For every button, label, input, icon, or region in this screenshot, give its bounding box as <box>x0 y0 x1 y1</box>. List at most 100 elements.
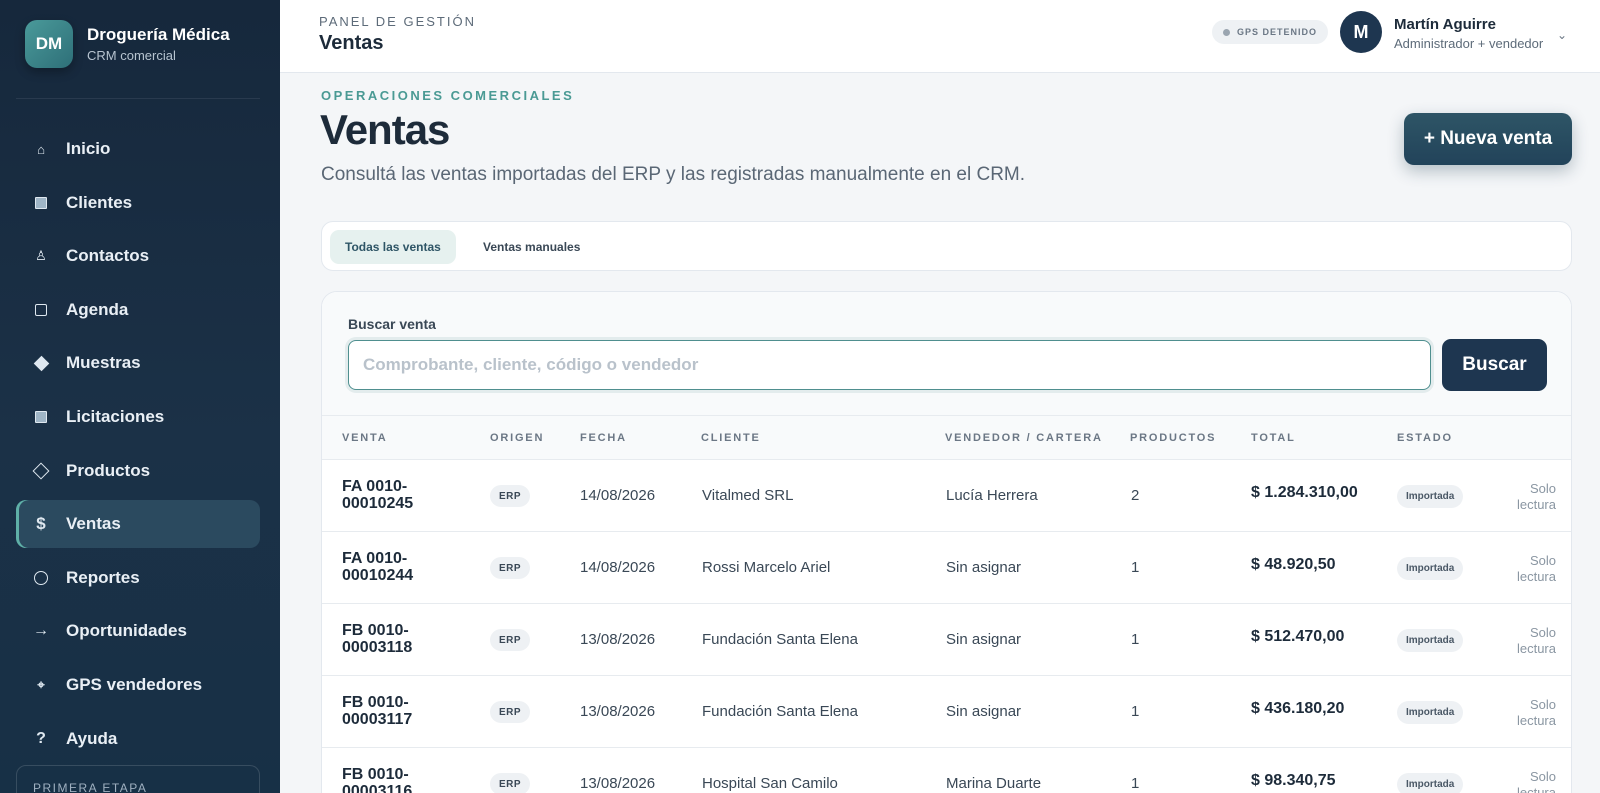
gps-status-label: GPS DETENIDO <box>1237 27 1318 37</box>
sale-date: 14/08/2026 <box>580 487 656 504</box>
person-icon: ♙ <box>35 248 47 264</box>
sidebar-item-label: Clientes <box>66 192 133 212</box>
column-header-venta[interactable]: VENTA <box>342 432 387 444</box>
sidebar-item-label: Licitaciones <box>66 406 165 426</box>
status-dot-icon <box>1223 28 1230 36</box>
read-only-label: Solo lectura <box>1516 625 1556 656</box>
sale-seller: Sin asignar <box>946 559 1022 576</box>
sale-number[interactable]: FB 0010- 00003118 <box>342 622 452 656</box>
sidebar-item-clientes[interactable]: Clientes <box>16 179 260 227</box>
table-row[interactable]: FB 0010- 00003118 ERP 13/08/2026 Fundació… <box>322 604 1571 676</box>
page-description: Consultá las ventas importadas del ERP y… <box>321 164 1026 185</box>
chart-icon <box>34 570 48 586</box>
calendar-icon <box>34 302 48 318</box>
sidebar-item-oportunidades[interactable]: → Oportunidades <box>16 607 260 655</box>
sale-number[interactable]: FA 0010- 00010245 <box>342 478 452 512</box>
location-icon: ⌖ <box>37 676 45 692</box>
sidebar-item-label: Contactos <box>66 246 150 266</box>
origin-badge: ERP <box>490 773 531 793</box>
column-header-estado[interactable]: ESTADO <box>1397 432 1453 444</box>
sale-number[interactable]: FA 0010- 00010244 <box>342 550 452 584</box>
dollar-icon: $ <box>36 514 46 534</box>
tab-ventas-manuales[interactable]: Ventas manuales <box>468 230 595 264</box>
sale-date: 13/08/2026 <box>580 703 656 720</box>
user-name[interactable]: Martín Aguirre <box>1394 16 1496 33</box>
sidebar: DM Droguería Médica CRM comercial ⌂ Inic… <box>0 0 280 793</box>
brand[interactable]: DM Droguería Médica CRM comercial <box>25 20 230 68</box>
read-only-label: Solo lectura <box>1516 481 1556 512</box>
sidebar-item-label: Ayuda <box>66 728 118 748</box>
table-row[interactable]: FB 0010- 00003116 ERP 13/08/2026 Hospital… <box>322 748 1571 793</box>
sidebar-item-inicio[interactable]: ⌂ Inicio <box>16 125 260 173</box>
sale-seller: Sin asignar <box>946 631 1022 648</box>
column-header-total[interactable]: TOTAL <box>1251 432 1296 444</box>
table-row[interactable]: FA 0010- 00010245 ERP 14/08/2026 Vitalmed… <box>322 460 1571 532</box>
sale-total: $ 48.920,50 <box>1251 556 1336 573</box>
sidebar-item-licitaciones[interactable]: Licitaciones <box>16 393 260 441</box>
sale-products-count: 1 <box>1131 703 1140 720</box>
sale-client: Vitalmed SRL <box>702 487 794 504</box>
sidebar-divider <box>16 98 260 99</box>
sidebar-item-contactos[interactable]: ♙ Contactos <box>16 232 260 280</box>
chevron-down-icon[interactable]: ⌄ <box>1557 28 1567 42</box>
building-icon <box>34 195 48 211</box>
sidebar-item-ayuda[interactable]: ? Ayuda <box>16 715 260 763</box>
sale-total: $ 512.470,00 <box>1251 628 1345 645</box>
search-area: Buscar venta Buscar <box>322 292 1571 415</box>
sidebar-item-label: Ventas <box>66 514 121 534</box>
sale-seller: Marina Duarte <box>946 775 1042 792</box>
status-badge: Importada <box>1397 701 1464 724</box>
status-badge: Importada <box>1397 557 1464 580</box>
sidebar-nav: ⌂ Inicio Clientes ♙ Contactos Agenda Mue… <box>16 125 260 768</box>
column-header-origen[interactable]: ORIGEN <box>490 432 544 444</box>
origin-badge: ERP <box>490 629 531 651</box>
origin-badge: ERP <box>490 557 531 579</box>
origin-badge: ERP <box>490 485 531 507</box>
section-kicker: OPERACIONES COMERCIALES <box>321 88 575 103</box>
tab-todas-las-ventas[interactable]: Todas las ventas <box>330 230 456 264</box>
sale-seller: Sin asignar <box>946 703 1022 720</box>
sidebar-item-label: Oportunidades <box>66 621 187 641</box>
table-row[interactable]: FB 0010- 00003117 ERP 13/08/2026 Fundació… <box>322 676 1571 748</box>
user-role: Administrador + vendedor <box>1394 36 1544 51</box>
column-header-productos[interactable]: PRODUCTOS <box>1130 432 1216 444</box>
sidebar-item-label: Agenda <box>66 299 129 319</box>
table-header: VENTA ORIGEN FECHA CLIENTE VENDEDOR / CA… <box>322 415 1571 460</box>
sale-total: $ 436.180,20 <box>1251 700 1345 717</box>
column-header-cliente[interactable]: CLIENTE <box>701 432 761 444</box>
column-header-vendedor[interactable]: VENDEDOR / CARTERA <box>945 432 1103 444</box>
sale-total: $ 98.340,75 <box>1251 772 1336 789</box>
sale-products-count: 1 <box>1131 631 1140 648</box>
sale-date: 14/08/2026 <box>580 559 656 576</box>
origin-badge: ERP <box>490 701 531 723</box>
sale-total: $ 1.284.310,00 <box>1251 484 1358 501</box>
sale-number[interactable]: FB 0010- 00003116 <box>342 766 452 793</box>
question-icon: ? <box>36 729 46 747</box>
status-badge: Importada <box>1397 629 1464 652</box>
new-sale-button[interactable]: + Nueva venta <box>1404 113 1572 165</box>
sidebar-item-reportes[interactable]: Reportes <box>16 554 260 602</box>
gps-status-badge[interactable]: GPS DETENIDO <box>1212 20 1329 44</box>
sale-products-count: 1 <box>1131 559 1140 576</box>
brand-text: Droguería Médica CRM comercial <box>87 25 230 63</box>
sidebar-item-gps-vendedores[interactable]: ⌖ GPS vendedores <box>16 661 260 709</box>
search-input[interactable] <box>348 340 1431 390</box>
read-only-label: Solo lectura <box>1516 697 1556 728</box>
sidebar-item-muestras[interactable]: Muestras <box>16 339 260 387</box>
avatar[interactable]: M <box>1340 11 1382 53</box>
search-label: Buscar venta <box>348 316 436 332</box>
column-header-fecha[interactable]: FECHA <box>580 432 627 444</box>
sidebar-item-agenda[interactable]: Agenda <box>16 286 260 334</box>
sale-client: Rossi Marcelo Ariel <box>702 559 831 576</box>
sale-products-count: 1 <box>1131 775 1140 792</box>
page-title: Ventas <box>320 106 450 153</box>
search-button[interactable]: Buscar <box>1442 339 1547 391</box>
diamond-icon <box>33 355 49 372</box>
table-row[interactable]: FA 0010- 00010244 ERP 14/08/2026 Rossi Ma… <box>322 532 1571 604</box>
sale-seller: Lucía Herrera <box>946 487 1038 504</box>
sale-number[interactable]: FB 0010- 00003117 <box>342 694 452 728</box>
arrow-right-icon: → <box>33 622 49 640</box>
document-icon <box>34 409 48 425</box>
sidebar-item-productos[interactable]: Productos <box>16 447 260 495</box>
sidebar-item-ventas[interactable]: $ Ventas <box>16 500 260 549</box>
